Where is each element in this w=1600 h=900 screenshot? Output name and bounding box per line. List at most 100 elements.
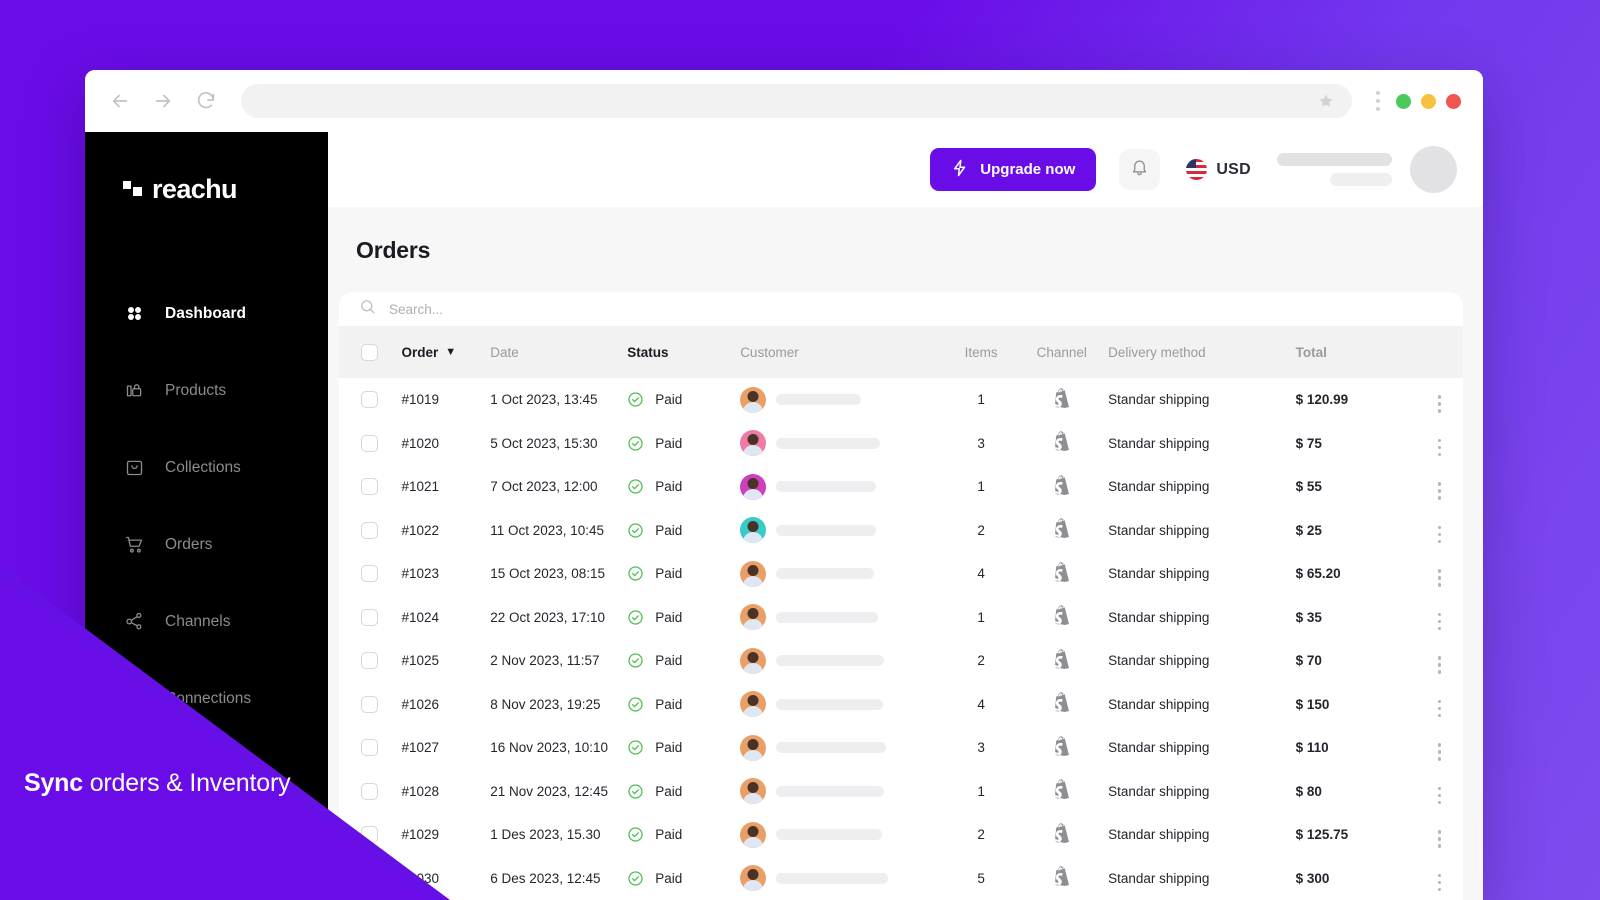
notifications-button[interactable] bbox=[1119, 149, 1161, 190]
cell-items: 4 bbox=[977, 566, 985, 582]
table-row[interactable]: #1019 1 Oct 2023, 13:45 Paid 1 Standar shipp… bbox=[339, 378, 1463, 422]
th-status[interactable]: Status bbox=[627, 326, 740, 378]
arrow-right-icon[interactable] bbox=[150, 88, 176, 114]
cell-customer bbox=[740, 422, 947, 466]
cell-total: $ 300 bbox=[1295, 870, 1330, 886]
currency-selector[interactable]: USD bbox=[1186, 159, 1251, 180]
search-input[interactable]: Search... bbox=[389, 302, 443, 317]
status-badge: Paid bbox=[655, 566, 683, 582]
upgrade-now-button[interactable]: Upgrade now bbox=[930, 148, 1097, 191]
app-logo[interactable]: reachu bbox=[85, 162, 328, 205]
arrow-left-icon[interactable] bbox=[107, 88, 133, 114]
status-badge: Paid bbox=[655, 609, 683, 625]
table-row[interactable]: #1027 16 Nov 2023, 10:10 Paid 3 Standar ship… bbox=[339, 726, 1463, 770]
cell-delivery-method: Standar shipping bbox=[1108, 827, 1210, 843]
th-channel[interactable]: Channel bbox=[1015, 326, 1108, 378]
check-circle-icon bbox=[627, 391, 644, 408]
table-row[interactable]: #1028 21 Nov 2023, 12:45 Paid 1 Standar ship… bbox=[339, 770, 1463, 814]
kebab-menu-icon[interactable] bbox=[1438, 482, 1442, 500]
cell-order: #1021 bbox=[401, 479, 440, 495]
reload-icon[interactable] bbox=[193, 88, 219, 114]
orders-table-head: Order ▼ Date Status Customer Items Chann… bbox=[339, 326, 1463, 378]
status-badge: Paid bbox=[655, 696, 683, 712]
cell-items: 2 bbox=[977, 522, 985, 538]
kebab-menu-icon[interactable] bbox=[1438, 438, 1442, 457]
kebab-menu-icon[interactable] bbox=[1438, 699, 1442, 718]
customer-avatar bbox=[740, 560, 767, 587]
row-checkbox[interactable] bbox=[361, 391, 378, 409]
table-row[interactable]: #1024 22 Oct 2023, 17:10 Paid 1 Standar ship… bbox=[339, 596, 1463, 640]
kebab-menu-icon[interactable] bbox=[1438, 569, 1442, 587]
cell-status: Paid bbox=[627, 596, 740, 640]
th-delivery-method[interactable]: Delivery method bbox=[1108, 326, 1296, 378]
th-total[interactable]: Total bbox=[1296, 326, 1417, 378]
customer-name-skeleton bbox=[776, 698, 884, 710]
table-row[interactable]: #1029 1 Des 2023, 15.30 Paid 2 Standar shipp… bbox=[339, 813, 1463, 857]
th-select-all bbox=[339, 326, 402, 378]
cell-date: 6 Des 2023, 12:45 bbox=[490, 870, 601, 886]
sort-desc-icon[interactable]: ▼ bbox=[445, 346, 456, 358]
search-row[interactable]: Search... bbox=[339, 292, 1463, 326]
top-bar: Upgrade now USD bbox=[328, 132, 1483, 207]
row-checkbox[interactable] bbox=[361, 521, 378, 539]
table-row[interactable]: #1020 5 Oct 2023, 15:30 Paid 3 Standar shipp… bbox=[339, 422, 1463, 466]
row-checkbox[interactable] bbox=[361, 608, 378, 626]
cell-date: 1 Oct 2023, 13:45 bbox=[490, 392, 598, 408]
user-name-skeleton bbox=[1277, 153, 1392, 166]
kebab-menu-icon[interactable] bbox=[1438, 786, 1442, 805]
status-badge: Paid bbox=[655, 740, 683, 756]
th-date[interactable]: Date bbox=[490, 326, 627, 378]
avatar[interactable] bbox=[1410, 146, 1457, 193]
kebab-menu-icon[interactable] bbox=[1438, 830, 1442, 848]
row-checkbox[interactable] bbox=[361, 739, 378, 757]
window-dot-red[interactable] bbox=[1446, 93, 1461, 109]
sidebar-item-channels[interactable]: Channels bbox=[85, 597, 328, 646]
window-dot-green[interactable] bbox=[1396, 93, 1411, 109]
cell-actions bbox=[1417, 813, 1463, 857]
sidebar-item-orders[interactable]: Orders bbox=[85, 520, 328, 569]
shopify-icon bbox=[1052, 866, 1071, 887]
row-select-cell bbox=[339, 552, 402, 596]
table-row[interactable]: #10306 Des 2023, 12:45Paid5Standar shipp… bbox=[339, 857, 1463, 900]
cell-customer bbox=[740, 770, 947, 814]
row-checkbox[interactable] bbox=[361, 565, 378, 583]
cell-total: $ 125.75 bbox=[1295, 827, 1349, 843]
sidebar-item-dashboard[interactable]: Dashboard bbox=[85, 289, 328, 338]
row-checkbox[interactable] bbox=[361, 478, 378, 496]
row-checkbox[interactable] bbox=[361, 782, 378, 800]
cell-order: #1026 bbox=[401, 696, 440, 712]
table-row[interactable]: #1021 7 Oct 2023, 12:00 Paid 1 Standar shipp… bbox=[339, 465, 1463, 509]
customer-name-skeleton bbox=[776, 611, 879, 623]
cell-status: Paid bbox=[627, 683, 740, 727]
window-dot-yellow[interactable] bbox=[1421, 93, 1436, 109]
select-all-checkbox[interactable] bbox=[361, 343, 378, 361]
cell-status: Paid bbox=[627, 726, 740, 770]
cell-status: Paid bbox=[627, 422, 740, 466]
kebab-menu-icon[interactable] bbox=[1438, 873, 1442, 892]
table-row[interactable]: #1023 15 Oct 2023, 08:15 Paid 4 Standar ship… bbox=[339, 552, 1463, 596]
kebab-menu-icon[interactable] bbox=[1438, 525, 1442, 544]
kebab-menu-icon[interactable] bbox=[1438, 612, 1442, 631]
sidebar-item-collections[interactable]: Collections bbox=[85, 443, 328, 492]
kebab-menu-icon[interactable] bbox=[1376, 91, 1380, 111]
table-row[interactable]: #1022 11 Oct 2023, 10:45 Paid 2 Standar ship… bbox=[339, 509, 1463, 553]
star-icon[interactable] bbox=[1318, 93, 1334, 109]
cell-actions bbox=[1417, 857, 1463, 900]
table-row[interactable]: #1025 2 Nov 2023, 11:57 Paid 2 Standar shipp… bbox=[339, 639, 1463, 683]
kebab-menu-icon[interactable] bbox=[1438, 743, 1442, 761]
th-customer[interactable]: Customer bbox=[740, 326, 947, 378]
th-order[interactable]: Order ▼ bbox=[402, 326, 491, 378]
kebab-menu-icon[interactable] bbox=[1438, 395, 1442, 413]
customer-avatar bbox=[740, 604, 767, 631]
kebab-menu-icon[interactable] bbox=[1438, 656, 1442, 674]
table-row[interactable]: #1026 8 Nov 2023, 19:25 Paid 4 Standar shipp… bbox=[339, 683, 1463, 727]
row-checkbox[interactable] bbox=[361, 434, 378, 452]
sidebar-item-label: Orders bbox=[165, 535, 213, 553]
th-items[interactable]: Items bbox=[947, 326, 1016, 378]
sidebar-item-products[interactable]: Products bbox=[85, 366, 328, 415]
cell-items: 1 bbox=[977, 783, 985, 799]
row-checkbox[interactable] bbox=[361, 652, 378, 670]
row-checkbox[interactable] bbox=[361, 695, 378, 713]
window-controls[interactable] bbox=[1396, 93, 1461, 109]
url-bar[interactable] bbox=[241, 84, 1352, 118]
